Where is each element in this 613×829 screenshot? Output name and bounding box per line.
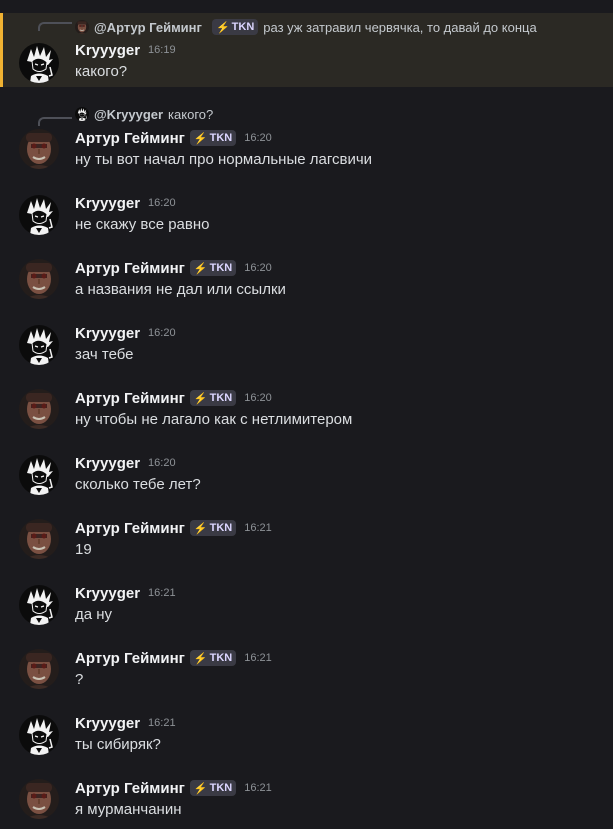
lightning-icon: ⚡ bbox=[215, 21, 230, 34]
timestamp: 16:19 bbox=[148, 44, 176, 56]
tkn-badge: ⚡ TKN bbox=[189, 780, 237, 796]
anime-avatar-icon[interactable] bbox=[19, 195, 59, 235]
timestamp: 16:20 bbox=[148, 197, 176, 209]
portrait-avatar-icon[interactable] bbox=[19, 389, 59, 429]
author-name[interactable]: Kryyyger bbox=[75, 325, 140, 342]
lightning-icon: ⚡ bbox=[193, 782, 208, 795]
reply-preview[interactable]: @Kryyyger какого? bbox=[75, 105, 213, 123]
portrait-avatar-icon[interactable] bbox=[19, 519, 59, 559]
message-text: сколько тебе лет? bbox=[75, 476, 201, 493]
anime-avatar-icon[interactable] bbox=[19, 715, 59, 755]
message-text: ну ты вот начал про нормальные лагсвичи bbox=[75, 151, 373, 168]
lightning-icon: ⚡ bbox=[193, 262, 208, 275]
lightning-icon: ⚡ bbox=[193, 522, 208, 535]
badge-label: TKN bbox=[231, 21, 255, 33]
message-text: а названия не дал или ссылки bbox=[75, 281, 286, 298]
author-name[interactable]: Kryyyger bbox=[75, 195, 140, 212]
chat-log: @Артур Гейминг ⚡ TKN раз уж затравил черв… bbox=[0, 0, 613, 829]
message-header: Kryyyger 16:20 bbox=[75, 453, 176, 473]
portrait-avatar-icon[interactable] bbox=[19, 649, 59, 689]
lightning-icon: ⚡ bbox=[193, 652, 208, 665]
tkn-badge: ⚡ TKN bbox=[211, 19, 259, 35]
author-name[interactable]: Артур Гейминг bbox=[75, 650, 185, 667]
reply-text: раз уж затравил червячка, то давай до ко… bbox=[263, 19, 537, 35]
author-name[interactable]: Артур Гейминг bbox=[75, 260, 185, 277]
timestamp: 16:20 bbox=[244, 392, 272, 404]
reply-connector bbox=[38, 22, 72, 31]
timestamp: 16:21 bbox=[244, 782, 272, 794]
message-text: 19 bbox=[75, 541, 92, 558]
tkn-badge: ⚡ TKN bbox=[189, 130, 237, 146]
anime-avatar-icon[interactable] bbox=[19, 455, 59, 495]
portrait-avatar-icon[interactable] bbox=[19, 779, 59, 819]
author-name[interactable]: Артур Гейминг bbox=[75, 520, 185, 537]
message-header: Артур Гейминг ⚡ TKN 16:21 bbox=[75, 778, 272, 798]
message-header: Артур Гейминг ⚡ TKN 16:20 bbox=[75, 128, 272, 148]
reply-author-mention[interactable]: @Kryyyger bbox=[94, 107, 163, 122]
portrait-avatar-icon[interactable] bbox=[19, 129, 59, 169]
author-name[interactable]: Kryyyger bbox=[75, 42, 140, 59]
timestamp: 16:21 bbox=[244, 652, 272, 664]
message-text: ну чтобы не лагало как с нетлимитером bbox=[75, 411, 353, 428]
timestamp: 16:20 bbox=[148, 327, 176, 339]
tkn-badge: ⚡ TKN bbox=[189, 520, 237, 536]
author-name[interactable]: Артур Гейминг bbox=[75, 130, 185, 147]
timestamp: 16:20 bbox=[244, 262, 272, 274]
timestamp: 16:21 bbox=[148, 717, 176, 729]
badge-label: TKN bbox=[209, 132, 233, 144]
anime-avatar-icon[interactable] bbox=[19, 325, 59, 365]
author-name[interactable]: Kryyyger bbox=[75, 585, 140, 602]
message-text: какого? bbox=[75, 63, 128, 80]
message-header: Артур Гейминг ⚡ TKN 16:20 bbox=[75, 388, 272, 408]
lightning-icon: ⚡ bbox=[193, 392, 208, 405]
message-header: Артур Гейминг ⚡ TKN 16:21 bbox=[75, 648, 272, 668]
anime-avatar-icon[interactable] bbox=[19, 43, 59, 83]
message-header: Kryyyger 16:20 bbox=[75, 193, 176, 213]
tkn-badge: ⚡ TKN bbox=[189, 260, 237, 276]
badge-label: TKN bbox=[209, 262, 233, 274]
author-name[interactable]: Kryyyger bbox=[75, 455, 140, 472]
timestamp: 16:21 bbox=[148, 587, 176, 599]
message-header: Kryyyger 16:21 bbox=[75, 713, 176, 733]
timestamp: 16:20 bbox=[148, 457, 176, 469]
message-header: Kryyyger 16:19 bbox=[75, 40, 176, 60]
reply-text: какого? bbox=[168, 106, 214, 122]
reply-connector bbox=[38, 117, 72, 126]
reply-preview[interactable]: @Артур Гейминг ⚡ TKN раз уж затравил черв… bbox=[75, 18, 537, 36]
message-text: ты сибиряк? bbox=[75, 736, 161, 753]
author-name[interactable]: Артур Гейминг bbox=[75, 780, 185, 797]
author-name[interactable]: Kryyyger bbox=[75, 715, 140, 732]
message-text: не скажу все равно bbox=[75, 216, 210, 233]
badge-label: TKN bbox=[209, 392, 233, 404]
timestamp: 16:21 bbox=[244, 522, 272, 534]
timestamp: 16:20 bbox=[244, 132, 272, 144]
portrait-avatar-icon bbox=[75, 20, 89, 34]
badge-label: TKN bbox=[209, 522, 233, 534]
message-header: Артур Гейминг ⚡ TKN 16:21 bbox=[75, 518, 272, 538]
badge-label: TKN bbox=[209, 652, 233, 664]
message-text: да ну bbox=[75, 606, 113, 623]
tkn-badge: ⚡ TKN bbox=[189, 650, 237, 666]
anime-avatar-icon bbox=[75, 107, 89, 121]
message-header: Артур Гейминг ⚡ TKN 16:20 bbox=[75, 258, 272, 278]
tkn-badge: ⚡ TKN bbox=[189, 390, 237, 406]
author-name[interactable]: Артур Гейминг bbox=[75, 390, 185, 407]
message-text: зач тебе bbox=[75, 346, 134, 363]
portrait-avatar-icon[interactable] bbox=[19, 259, 59, 299]
message-header: Kryyyger 16:20 bbox=[75, 323, 176, 343]
message-text: ? bbox=[75, 671, 84, 688]
reply-author-mention[interactable]: @Артур Гейминг bbox=[94, 20, 202, 35]
anime-avatar-icon[interactable] bbox=[19, 585, 59, 625]
message-header: Kryyyger 16:21 bbox=[75, 583, 176, 603]
lightning-icon: ⚡ bbox=[193, 132, 208, 145]
message-text: я мурманчанин bbox=[75, 801, 182, 818]
badge-label: TKN bbox=[209, 782, 233, 794]
